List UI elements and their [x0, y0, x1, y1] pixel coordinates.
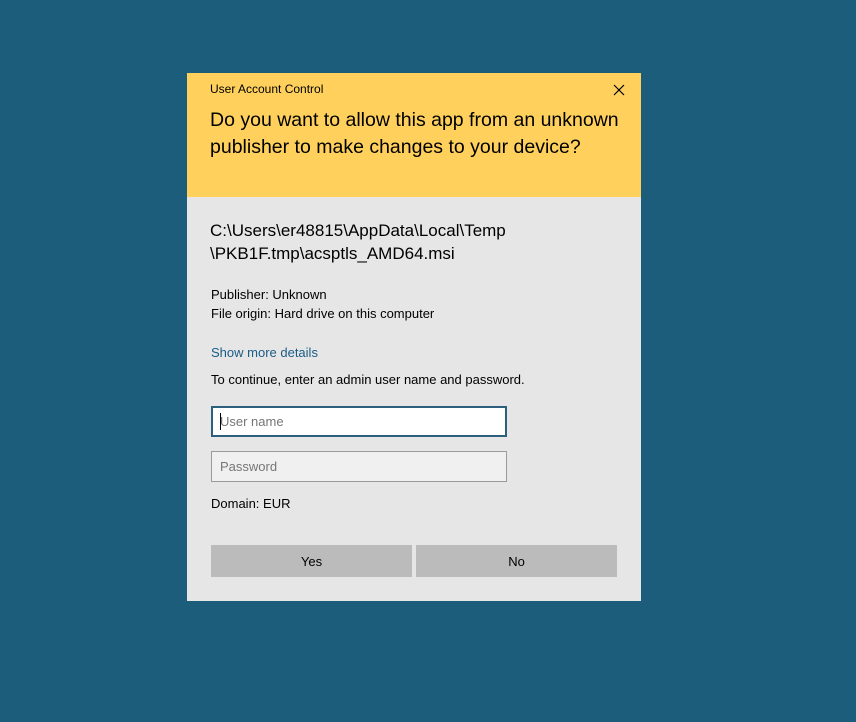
instruction-text: To continue, enter an admin user name an… [211, 372, 525, 387]
username-input[interactable] [211, 406, 507, 437]
domain-label: Domain: EUR [211, 496, 291, 511]
file-path: C:\Users\er48815\AppData\Local\Temp \PKB1… [210, 219, 620, 265]
uac-dialog: User Account Control Do you want to allo… [187, 73, 641, 601]
close-button[interactable] [605, 79, 633, 101]
file-origin-info: File origin: Hard drive on this computer [211, 306, 435, 321]
show-more-details-link[interactable]: Show more details [211, 345, 318, 360]
file-path-line-2: \PKB1F.tmp\acsptls_AMD64.msi [210, 244, 455, 263]
prompt-question: Do you want to allow this app from an un… [210, 109, 619, 158]
dialog-header: User Account Control Do you want to allo… [187, 73, 641, 197]
yes-button[interactable]: Yes [211, 545, 412, 577]
close-icon [613, 84, 625, 96]
file-path-line-1: C:\Users\er48815\AppData\Local\Temp [210, 221, 506, 240]
no-button[interactable]: No [416, 545, 617, 577]
password-input[interactable] [211, 451, 507, 482]
publisher-info: Publisher: Unknown [211, 287, 327, 302]
dialog-title: User Account Control [210, 82, 324, 96]
text-caret [220, 413, 221, 430]
